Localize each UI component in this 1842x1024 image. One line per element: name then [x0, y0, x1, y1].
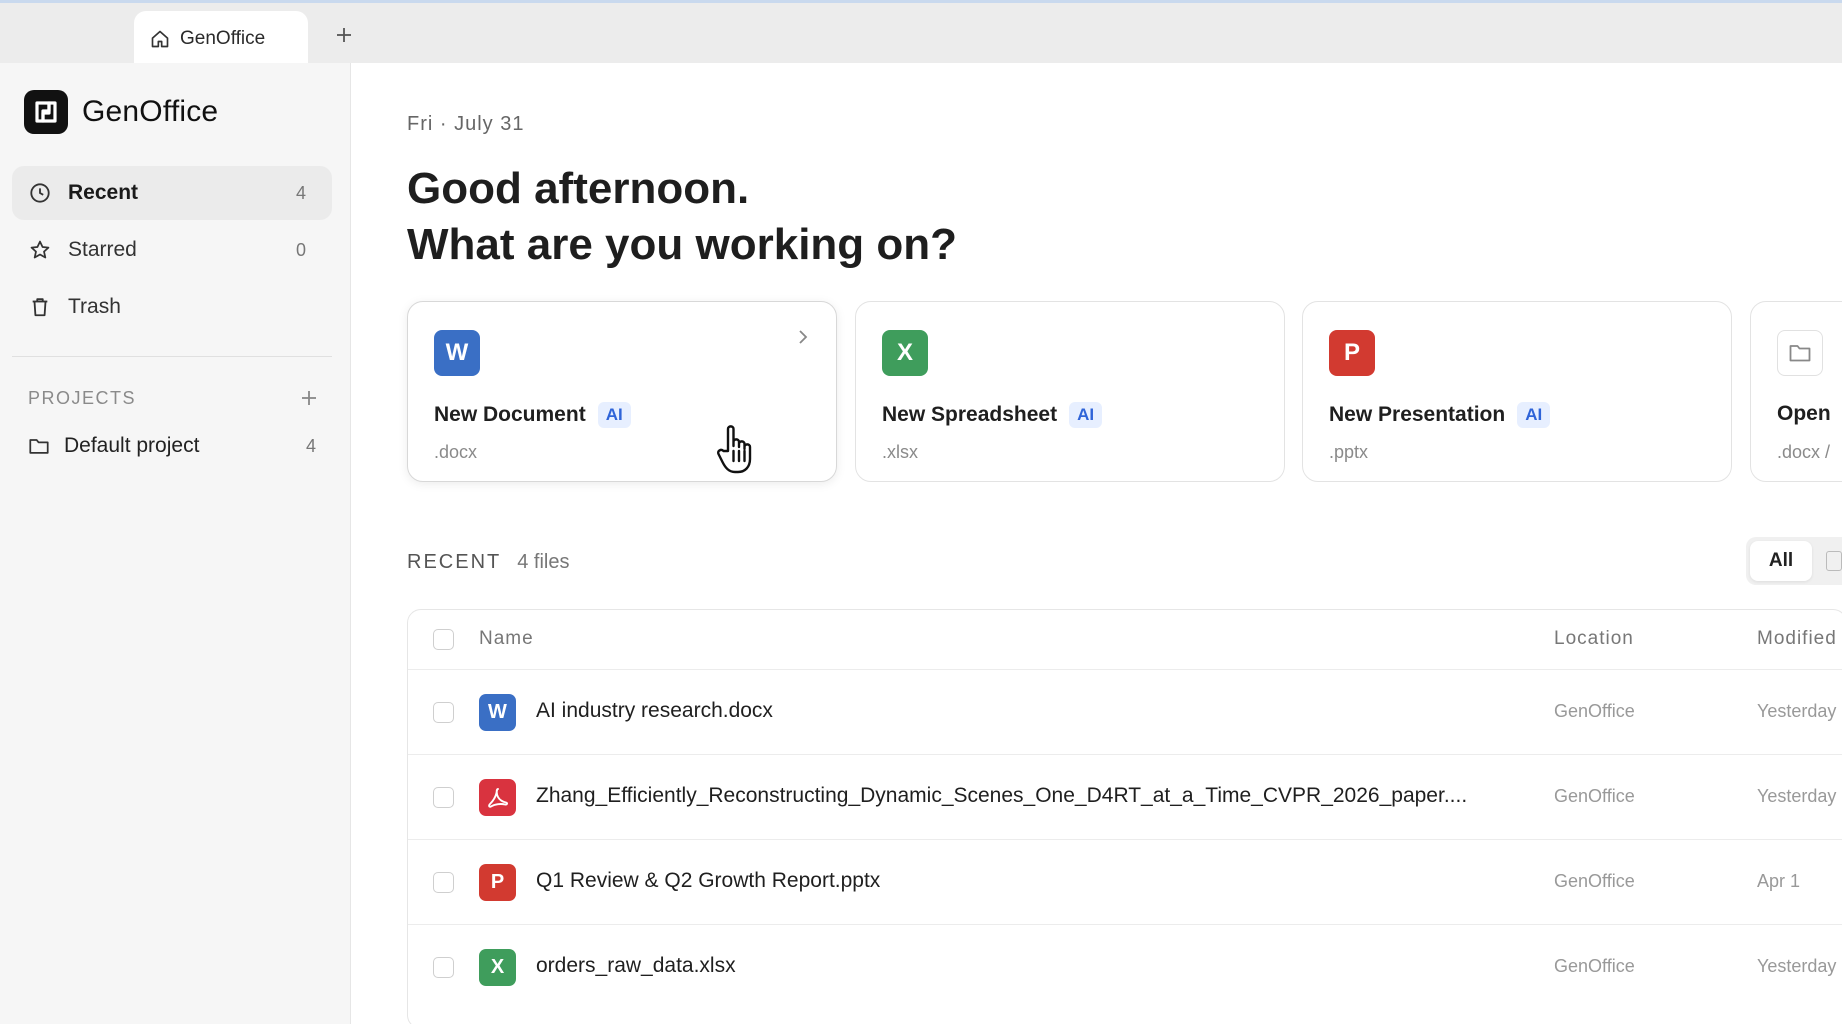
brand-name: GenOffice: [82, 95, 219, 128]
sidebar-divider: [12, 356, 332, 357]
word-icon: W: [434, 330, 480, 376]
trash-icon: [28, 295, 52, 319]
genoffice-logo-icon: [24, 90, 68, 134]
column-header-location[interactable]: Location: [1554, 628, 1634, 650]
sidebar-item-label: Trash: [68, 295, 121, 318]
card-extension: .docx: [434, 442, 478, 462]
table-header: Name Location Modified: [408, 610, 1842, 670]
file-location: GenOffice: [1554, 701, 1635, 721]
project-label: Default project: [64, 434, 200, 457]
open-file-card[interactable]: Open .docx /: [1750, 301, 1842, 482]
table-row[interactable]: W AI industry research.docx GenOffice Ye…: [408, 670, 1842, 755]
new-presentation-card[interactable]: P New Presentation AI .pptx: [1302, 301, 1732, 482]
card-title: New Document AI: [434, 402, 631, 428]
column-header-name[interactable]: Name: [479, 628, 534, 650]
excel-icon: X: [882, 330, 928, 376]
file-name[interactable]: Q1 Review & Q2 Growth Report.pptx: [536, 869, 880, 893]
sidebar-item-trash[interactable]: Trash: [12, 280, 332, 334]
tab-title: GenOffice: [180, 27, 266, 49]
ai-badge: AI: [1069, 402, 1103, 428]
sidebar: GenOffice Recent 4 Starred 0 Trash PROJE…: [0, 63, 351, 1024]
filter-toggle: All: [1746, 537, 1842, 585]
sidebar-item-label: Starred: [68, 238, 137, 261]
sidebar-item-recent[interactable]: Recent 4: [12, 166, 332, 220]
file-modified: Yesterday: [1757, 956, 1837, 976]
plus-icon: [337, 28, 351, 42]
folder-icon: [28, 434, 52, 458]
row-checkbox[interactable]: [433, 957, 454, 978]
file-modified: Yesterday: [1757, 701, 1837, 721]
tab-bar: GenOffice: [0, 0, 1842, 66]
excel-icon: X: [479, 949, 516, 986]
recent-header: RECENT 4 files: [407, 551, 569, 574]
filter-next-icon[interactable]: [1826, 551, 1842, 571]
project-item-default[interactable]: Default project 4: [28, 421, 318, 471]
folder-icon: [1777, 330, 1823, 376]
project-count: 4: [305, 435, 316, 456]
card-title: New Presentation AI: [1329, 402, 1551, 428]
pdf-icon: [479, 779, 516, 816]
select-all-checkbox[interactable]: [433, 629, 454, 650]
sidebar-item-starred[interactable]: Starred 0: [12, 223, 332, 277]
plus-icon: [302, 391, 316, 405]
card-extension: .pptx: [1329, 442, 1369, 462]
recent-title: RECENT: [407, 551, 502, 573]
powerpoint-icon: P: [479, 864, 516, 901]
file-name[interactable]: Zhang_Efficiently_Reconstructing_Dynamic…: [536, 784, 1467, 808]
projects-section-header: PROJECTS: [28, 383, 318, 413]
card-title: New Spreadsheet AI: [882, 402, 1103, 428]
file-location: GenOffice: [1554, 786, 1635, 806]
clock-icon: [28, 181, 52, 205]
main-content: Fri · July 31 Good afternoon. What are y…: [352, 63, 1842, 1024]
sidebar-item-count: 0: [295, 239, 306, 260]
date-label: Fri · July 31: [407, 113, 525, 135]
card-title-text: Open: [1777, 402, 1831, 425]
file-name[interactable]: orders_raw_data.xlsx: [536, 954, 736, 978]
table-row[interactable]: Zhang_Efficiently_Reconstructing_Dynamic…: [408, 755, 1842, 840]
greeting-line-1: Good afternoon.: [407, 164, 750, 213]
column-header-modified[interactable]: Modified: [1757, 628, 1837, 650]
hand-cursor-icon: [714, 421, 758, 482]
card-title-text: New Document: [434, 403, 586, 426]
card-extension: .docx /: [1777, 442, 1831, 462]
greeting-line-2: What are you working on?: [407, 220, 958, 269]
card-title: Open: [1777, 402, 1831, 426]
table-row[interactable]: X orders_raw_data.xlsx GenOffice Yesterd…: [408, 925, 1842, 1010]
file-name[interactable]: AI industry research.docx: [536, 699, 773, 723]
recent-count: 4 files: [517, 551, 570, 573]
ai-badge: AI: [597, 402, 631, 428]
file-location: GenOffice: [1554, 871, 1635, 891]
table-row[interactable]: P Q1 Review & Q2 Growth Report.pptx GenO…: [408, 840, 1842, 925]
tab-genoffice[interactable]: GenOffice: [134, 11, 308, 66]
sidebar-item-count: 4: [295, 182, 306, 203]
chevron-right-icon: [796, 328, 810, 351]
powerpoint-icon: P: [1329, 330, 1375, 376]
add-project-button[interactable]: [300, 389, 318, 407]
file-location: GenOffice: [1554, 956, 1635, 976]
brand[interactable]: GenOffice: [24, 90, 218, 134]
projects-header-label: PROJECTS: [28, 387, 137, 408]
card-title-text: New Spreadsheet: [882, 403, 1058, 426]
row-checkbox[interactable]: [433, 702, 454, 723]
new-tab-button[interactable]: [330, 21, 358, 49]
card-title-text: New Presentation: [1329, 403, 1506, 426]
ai-badge: AI: [1517, 402, 1551, 428]
file-modified: Apr 1: [1757, 871, 1801, 891]
new-document-card[interactable]: W New Document AI .docx: [407, 301, 837, 482]
row-checkbox[interactable]: [433, 872, 454, 893]
word-icon: W: [479, 694, 516, 731]
home-icon: [151, 30, 169, 47]
filter-all-button[interactable]: All: [1750, 541, 1812, 581]
new-spreadsheet-card[interactable]: X New Spreadsheet AI .xlsx: [855, 301, 1285, 482]
star-icon: [28, 238, 52, 262]
greeting: Good afternoon. What are you working on?: [407, 161, 957, 273]
row-checkbox[interactable]: [433, 787, 454, 808]
recent-files-table: Name Location Modified W AI industry res…: [407, 609, 1842, 1024]
card-extension: .xlsx: [882, 442, 918, 462]
file-modified: Yesterday: [1757, 786, 1837, 806]
sidebar-item-label: Recent: [68, 181, 139, 204]
